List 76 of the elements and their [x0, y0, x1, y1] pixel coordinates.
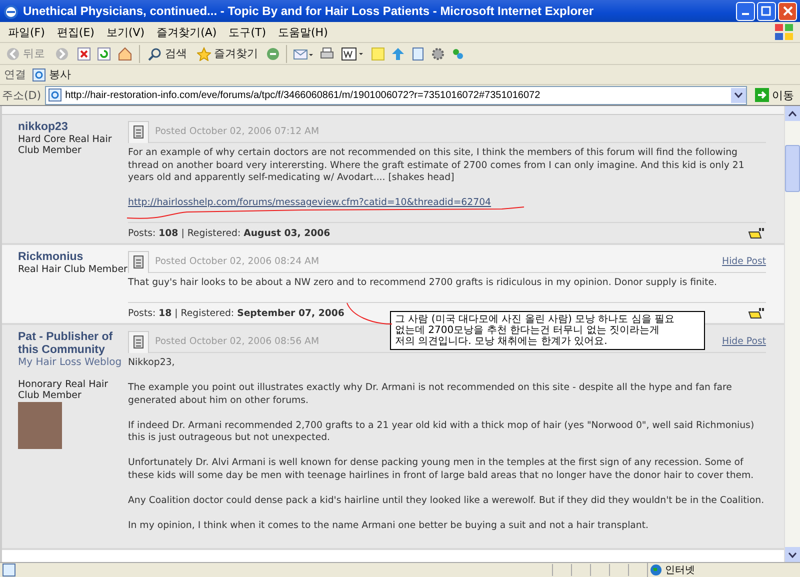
- links-label: 연결: [4, 67, 26, 82]
- search-icon: [148, 46, 162, 60]
- post-paragraph: Unfortunately Dr. Alvi Armani is well known for dense packing young men in the temples at the first sign of any recession. Some of these kids will some day be men with teenage hairlines in front of large bald areas that no longer have the donor hair to cover them.: [128, 457, 755, 482]
- member-rank: Real Hair Club Member: [18, 264, 128, 275]
- globe-icon: [650, 564, 662, 576]
- internet-zone: 인터넷: [665, 564, 695, 577]
- close-button[interactable]: [778, 2, 797, 20]
- scroll-up-button[interactable]: [785, 106, 800, 121]
- upload-arrow-icon[interactable]: [391, 46, 405, 60]
- window-title: Unethical Physicians, continued... - Topic By and for Hair Loss Patients - Microsoft Internet Explorer: [23, 4, 595, 18]
- document-icon[interactable]: [411, 46, 425, 60]
- browser-logo-icon: [3, 3, 19, 19]
- close-icon: [782, 6, 792, 16]
- caret-icon: [788, 552, 797, 558]
- minimize-icon: [742, 13, 749, 15]
- weblog-link[interactable]: My Hair Loss Weblog: [18, 357, 128, 369]
- minimize-button[interactable]: [736, 2, 755, 20]
- quote-icon[interactable]: [748, 306, 766, 320]
- document-icon: [133, 335, 144, 349]
- post-paragraph: Nikkop23,: [128, 357, 176, 370]
- scroll-thumb[interactable]: [785, 145, 800, 192]
- post-paragraph: In my opinion, I think when it comes to the name Armani one better be buying a suit and not a hair transplant.: [128, 520, 650, 532]
- post-paragraph: The example you point out illustrates exactly why Dr. Armani is not recommended on this site - despite all the hype and fan fare generated about him on other forums.: [128, 382, 733, 407]
- quote-icon[interactable]: [748, 226, 766, 240]
- caret-icon: [734, 92, 743, 98]
- dropdown-button[interactable]: [731, 88, 746, 102]
- post-paragraph: For an example of why certain doctors are not recommended on this site, I think the members of this forum will find the following thread on another board very interersting. Where the graft estimate of 2700 comes from I can only imagine. And this kid is only 21 years old and apparently self-medicating w/ Avodart.... [shakes head]: [128, 147, 746, 184]
- refresh-icon[interactable]: [97, 46, 111, 60]
- page-icon: [2, 563, 16, 577]
- maximize-icon: [761, 6, 772, 16]
- windows-flag-icon: [774, 23, 794, 41]
- maximize-button[interactable]: [757, 2, 776, 20]
- member-rank: Hard Core Real Hair Club Member: [18, 134, 113, 156]
- stop-icon[interactable]: [77, 46, 91, 60]
- address-label: 주소(D): [2, 88, 42, 102]
- word-icon[interactable]: [341, 46, 365, 60]
- document-icon: [133, 125, 144, 139]
- thread-link[interactable]: http://hairlosshelp.com/forums/messageview.cfm?catid=10&threadid=62704: [128, 197, 492, 208]
- menu-item[interactable]: 파일(F): [4, 24, 53, 40]
- member-rank: Honorary Real Hair Club Member: [18, 379, 110, 401]
- favorites-button[interactable]: 즐겨찾기: [195, 46, 260, 61]
- search-button[interactable]: 검색: [146, 46, 189, 61]
- author-name[interactable]: nikkop23: [18, 121, 128, 134]
- post-stats: Posts: 108 | Registered: August 03, 2006: [128, 228, 330, 238]
- post-date: Posted October 02, 2006 08:24 AM: [155, 256, 320, 267]
- menu-item[interactable]: 즐겨찾기(A): [152, 24, 225, 40]
- page-icon: [32, 68, 46, 82]
- link-item[interactable]: 봉사: [30, 67, 73, 82]
- address-field[interactable]: http://hair-restoration-info.com/eve/forums/a/tpc/f/3466060861/m/1901006072?r=7351016072#7351016072: [45, 86, 747, 104]
- post-paragraph: If indeed Dr. Armani recommended 2,700 grafts to a 21 year old kid with a thick mop of hair (yes "Norwood 0", well said Richmonius) this is just outrageous but not unexpected.: [128, 420, 756, 444]
- home-icon[interactable]: [117, 46, 133, 60]
- hide-post-link[interactable]: Hide Post: [722, 336, 766, 347]
- gear-icon[interactable]: [431, 46, 445, 60]
- scroll-down-button[interactable]: [785, 547, 800, 562]
- post-date: Posted October 02, 2006 08:56 AM: [155, 336, 320, 347]
- star-icon: [197, 46, 211, 60]
- post-date: Posted October 02, 2006 07:12 AM: [155, 126, 320, 137]
- menu-item[interactable]: 편집(E): [52, 24, 102, 40]
- menu-item[interactable]: 보기(V): [102, 24, 153, 40]
- caret-icon: [788, 110, 797, 116]
- author-name[interactable]: Pat - Publisher of this Community: [18, 331, 128, 357]
- page-icon: [48, 88, 62, 102]
- post-paragraph: That guy's hair looks to be about a NW zero and to recommend 2700 grafts is ridiculous in my opinion. Donor supply is finite.: [128, 277, 718, 290]
- menu-item[interactable]: 도구(T): [224, 24, 274, 40]
- hide-post-link[interactable]: Hide Post: [722, 256, 766, 267]
- go-arrow-icon: [755, 88, 769, 102]
- author-name[interactable]: Rickmonius: [18, 251, 128, 264]
- annotation-curve: [346, 302, 392, 324]
- post-stats: Posts: 18 | Registered: September 07, 2006: [128, 308, 344, 318]
- post-paragraph: Any Coalition doctor could dense pack a kid's hairline until they looked like a werewolf. But if they did they wouldn't be in the Coalition.: [128, 494, 766, 507]
- mail-icon[interactable]: [293, 46, 313, 60]
- document-icon: [133, 255, 144, 269]
- go-button[interactable]: 이동: [751, 88, 798, 102]
- print-icon[interactable]: [319, 46, 335, 60]
- annotation-note: 그 사람 (미국 대다모에 사진 올린 사람) 모낭 하나도 심을 필요 없는데 2700모낭을 추천 한다는건 터무니 없는 짓이라는게 저의 의견입니다. 모낭 채취에는 한계가 있어요.: [390, 311, 705, 350]
- menu-item[interactable]: 도움말(H): [274, 24, 336, 40]
